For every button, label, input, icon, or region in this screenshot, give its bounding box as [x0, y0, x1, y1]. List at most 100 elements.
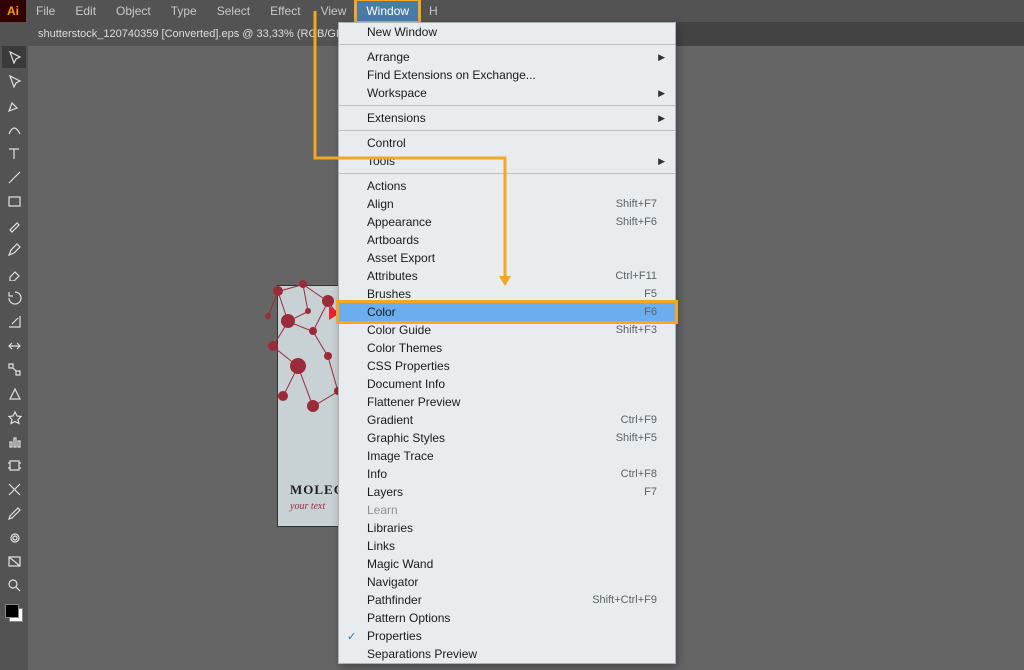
tool-graph[interactable] [2, 430, 26, 452]
menu-item-flattener-preview[interactable]: Flattener Preview [339, 393, 675, 411]
menu-item-label: Arrange [367, 50, 410, 64]
menu-item-tools[interactable]: Tools▶ [339, 152, 675, 170]
menu-effect[interactable]: Effect [260, 0, 310, 22]
menu-edit[interactable]: Edit [65, 0, 106, 22]
menu-item-label: Document Info [367, 377, 445, 391]
menu-item-label: Navigator [367, 575, 418, 589]
menu-item-artboards[interactable]: Artboards [339, 231, 675, 249]
tool-pen[interactable] [2, 94, 26, 116]
menu-item-info[interactable]: InfoCtrl+F8 [339, 465, 675, 483]
tool-shape[interactable] [2, 382, 26, 404]
tool-selection[interactable] [2, 46, 26, 68]
menu-item-label: Artboards [367, 233, 419, 247]
tool-artboard-tool[interactable] [2, 454, 26, 476]
menu-item-asset-export[interactable]: Asset Export [339, 249, 675, 267]
menu-item-shortcut: Shift+F5 [616, 432, 657, 444]
menu-item-label: Properties [367, 629, 422, 643]
menubar: Ai FileEditObjectTypeSelectEffectViewWin… [0, 0, 1024, 22]
menu-item-pathfinder[interactable]: PathfinderShift+Ctrl+F9 [339, 591, 675, 609]
tool-symbol[interactable] [2, 406, 26, 428]
menu-item-label: Attributes [367, 269, 418, 283]
artwork-subtitle: your text [290, 501, 325, 512]
menu-item-pattern-options[interactable]: Pattern Options [339, 609, 675, 627]
tool-gradient-tool[interactable] [2, 550, 26, 572]
tool-free[interactable] [2, 358, 26, 380]
menu-item-new-window[interactable]: New Window [339, 23, 675, 41]
menu-item-shortcut: Shift+Ctrl+F9 [592, 594, 657, 606]
tools-panel [0, 22, 28, 670]
window-menu-dropdown[interactable]: New WindowArrange▶Find Extensions on Exc… [338, 22, 676, 664]
menu-item-properties[interactable]: ✓ Properties [339, 627, 675, 645]
menu-item-shortcut: Shift+F3 [616, 324, 657, 336]
menu-item-learn: Learn [339, 501, 675, 519]
tool-blend[interactable] [2, 526, 26, 548]
menu-item-label: Find Extensions on Exchange... [367, 68, 536, 82]
tool-slice[interactable] [2, 478, 26, 500]
menu-item-magic-wand[interactable]: Magic Wand [339, 555, 675, 573]
menu-item-align[interactable]: Align Shift+F7 [339, 195, 675, 213]
menu-item-label: Control [367, 136, 406, 150]
tool-line[interactable] [2, 166, 26, 188]
tool-zoom[interactable] [2, 574, 26, 596]
menu-item-label: Appearance [367, 215, 432, 229]
menu-item-label: Image Trace [367, 449, 434, 463]
menu-object[interactable]: Object [106, 0, 161, 22]
menu-item-shortcut: F5 [644, 288, 657, 300]
menu-item-appearance[interactable]: AppearanceShift+F6 [339, 213, 675, 231]
menu-item-links[interactable]: Links [339, 537, 675, 555]
menu-item-workspace[interactable]: Workspace▶ [339, 84, 675, 102]
tool-type[interactable] [2, 142, 26, 164]
tool-width[interactable] [2, 334, 26, 356]
tool-rect[interactable] [2, 190, 26, 212]
menu-item-control[interactable]: Control [339, 134, 675, 152]
menu-item-label: Color Themes [367, 341, 442, 355]
menu-item-label: Learn [367, 503, 398, 517]
menu-item-label: Align [367, 197, 394, 211]
menu-item-color[interactable]: ColorF6 [339, 303, 675, 321]
menu-item-label: Extensions [367, 111, 426, 125]
tool-rotate[interactable] [2, 286, 26, 308]
tool-eyedropper[interactable] [2, 502, 26, 524]
tool-pencil[interactable] [2, 238, 26, 260]
annotation-arrowhead-icon [499, 276, 511, 286]
menu-select[interactable]: Select [207, 0, 260, 22]
menu-window[interactable]: Window [356, 0, 419, 22]
menu-item-label: CSS Properties [367, 359, 450, 373]
menu-item-shortcut: Shift+F7 [616, 198, 657, 210]
menu-view[interactable]: View [311, 0, 357, 22]
menu-item-libraries[interactable]: Libraries [339, 519, 675, 537]
menu-item-brushes[interactable]: BrushesF5 [339, 285, 675, 303]
menu-item-separations-preview[interactable]: Separations Preview [339, 645, 675, 663]
menu-item-layers[interactable]: LayersF7 [339, 483, 675, 501]
check-icon: ✓ [347, 630, 356, 643]
menu-item-shortcut: Ctrl+F9 [621, 414, 657, 426]
menu-item-document-info[interactable]: Document Info [339, 375, 675, 393]
menu-item-shortcut: Ctrl+F11 [615, 270, 657, 282]
tool-scale[interactable] [2, 310, 26, 332]
tool-brush[interactable] [2, 214, 26, 236]
menu-file[interactable]: File [26, 0, 65, 22]
fill-stroke-swatch[interactable] [5, 604, 23, 622]
menu-item-label: Layers [367, 485, 403, 499]
submenu-arrow-icon: ▶ [658, 156, 665, 167]
submenu-arrow-icon: ▶ [658, 113, 665, 124]
menu-item-label: Links [367, 539, 395, 553]
menu-item-graphic-styles[interactable]: Graphic StylesShift+F5 [339, 429, 675, 447]
menu-item-shortcut: F6 [644, 306, 657, 318]
menu-item-gradient[interactable]: GradientCtrl+F9 [339, 411, 675, 429]
menu-item-color-guide[interactable]: Color GuideShift+F3 [339, 321, 675, 339]
tool-eraser[interactable] [2, 262, 26, 284]
menu-item-actions[interactable]: Actions [339, 177, 675, 195]
tool-direct[interactable] [2, 70, 26, 92]
menu-item-label: Pattern Options [367, 611, 450, 625]
menu-item-image-trace[interactable]: Image Trace [339, 447, 675, 465]
menu-item-css-properties[interactable]: CSS Properties [339, 357, 675, 375]
menu-item-color-themes[interactable]: Color Themes [339, 339, 675, 357]
menu-h[interactable]: H [419, 0, 448, 22]
menu-item-navigator[interactable]: Navigator [339, 573, 675, 591]
menu-item-extensions[interactable]: Extensions ▶ [339, 109, 675, 127]
menu-type[interactable]: Type [161, 0, 207, 22]
tool-curvature[interactable] [2, 118, 26, 140]
menu-item-find-extensions-on-exchange-[interactable]: Find Extensions on Exchange... [339, 66, 675, 84]
menu-item-arrange[interactable]: Arrange▶ [339, 48, 675, 66]
